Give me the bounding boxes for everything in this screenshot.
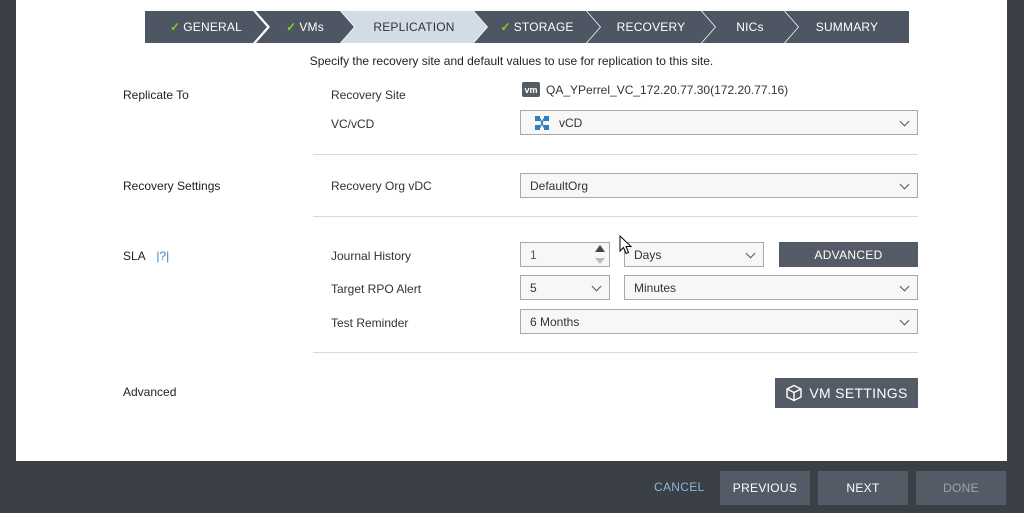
mouse-cursor-icon <box>619 234 633 255</box>
org-vdc-value: DefaultOrg <box>530 178 589 193</box>
org-vdc-select[interactable]: DefaultOrg <box>520 173 918 198</box>
advanced-button[interactable]: ADVANCED <box>779 242 918 267</box>
step-replication[interactable]: REPLICATION <box>341 11 487 43</box>
vm-settings-label: VM SETTINGS <box>809 385 908 401</box>
cancel-button[interactable]: CANCEL <box>654 480 704 494</box>
step-label: REPLICATION <box>373 20 455 34</box>
previous-button[interactable]: PREVIOUS <box>720 471 810 505</box>
section-sla: SLA |?| <box>123 249 169 263</box>
step-storage[interactable]: ✓ STORAGE <box>474 11 600 43</box>
spinner-down-icon[interactable] <box>595 258 605 264</box>
chevron-down-icon <box>901 118 909 126</box>
test-reminder-label: Test Reminder <box>331 316 409 330</box>
target-rpo-unit: Minutes <box>634 280 677 295</box>
recovery-site-value: vm QA_YPerrel_VC_172.20.77.30(172.20.77.… <box>522 82 788 97</box>
target-rpo-value: 5 <box>530 280 537 295</box>
vm-settings-button[interactable]: VM SETTINGS <box>775 378 918 408</box>
divider <box>313 352 918 353</box>
step-nics[interactable]: NICs <box>702 11 798 43</box>
wizard-steps: ✓ GENERAL ✓ VMs REPLICATION ✓ STORAGE RE… <box>145 11 909 43</box>
vm-icon: vm <box>522 82 540 97</box>
vc-vcd-value: vCD <box>559 115 583 130</box>
journal-history-input[interactable]: 1 <box>520 242 610 267</box>
divider <box>313 216 918 217</box>
next-button[interactable]: NEXT <box>818 471 908 505</box>
spinner-up-icon[interactable] <box>595 245 605 252</box>
divider <box>313 154 918 155</box>
check-icon: ✓ <box>169 20 181 34</box>
step-label: NICs <box>736 20 764 34</box>
step-label: RECOVERY <box>616 20 686 34</box>
journal-history-unit: Days <box>634 247 662 262</box>
sla-label: SLA <box>123 249 146 263</box>
chevron-down-icon <box>747 250 755 258</box>
target-rpo-unit-select[interactable]: Minutes <box>624 275 918 300</box>
journal-history-label: Journal History <box>331 249 412 263</box>
chevron-down-icon <box>901 181 909 189</box>
step-recovery[interactable]: RECOVERY <box>587 11 715 43</box>
section-advanced: Advanced <box>123 385 177 399</box>
chevron-down-icon <box>901 283 909 291</box>
step-label: SUMMARY <box>815 20 879 34</box>
test-reminder-value: 6 Months <box>530 314 580 329</box>
step-label: STORAGE <box>513 20 574 34</box>
wizard-panel: ✓ GENERAL ✓ VMs REPLICATION ✓ STORAGE RE… <box>16 0 1007 461</box>
step-label: GENERAL <box>183 20 243 34</box>
check-icon: ✓ <box>286 20 297 34</box>
journal-history-value: 1 <box>530 247 537 262</box>
target-rpo-label: Target RPO Alert <box>331 282 422 296</box>
step-summary[interactable]: SUMMARY <box>785 11 909 43</box>
check-icon: ✓ <box>500 20 511 34</box>
step-general[interactable]: ✓ GENERAL <box>145 11 267 43</box>
chevron-down-icon <box>901 317 909 325</box>
org-vdc-label: Recovery Org vDC <box>331 179 432 193</box>
intro-text: Specify the recovery site and default va… <box>309 54 714 68</box>
vc-vcd-select[interactable]: vCD <box>520 110 918 135</box>
help-link[interactable]: |?| <box>156 249 169 263</box>
step-vms[interactable]: ✓ VMs <box>256 11 354 43</box>
section-replicate-to: Replicate To <box>123 88 189 102</box>
vc-vcd-label: VC/vCD <box>331 117 375 131</box>
recovery-site-label: Recovery Site <box>331 88 406 102</box>
step-label: VMs <box>299 20 324 34</box>
target-rpo-select[interactable]: 5 <box>520 275 610 300</box>
spinner-icon[interactable] <box>595 245 605 264</box>
chevron-down-icon <box>593 283 601 291</box>
section-recovery-settings: Recovery Settings <box>123 179 221 193</box>
vcd-icon <box>535 115 549 130</box>
test-reminder-select[interactable]: 6 Months <box>520 309 918 334</box>
recovery-site-text: QA_YPerrel_VC_172.20.77.30(172.20.77.16) <box>546 82 789 97</box>
journal-history-unit-select[interactable]: Days <box>624 242 764 267</box>
cube-icon <box>785 384 803 402</box>
done-button[interactable]: DONE <box>916 471 1006 505</box>
